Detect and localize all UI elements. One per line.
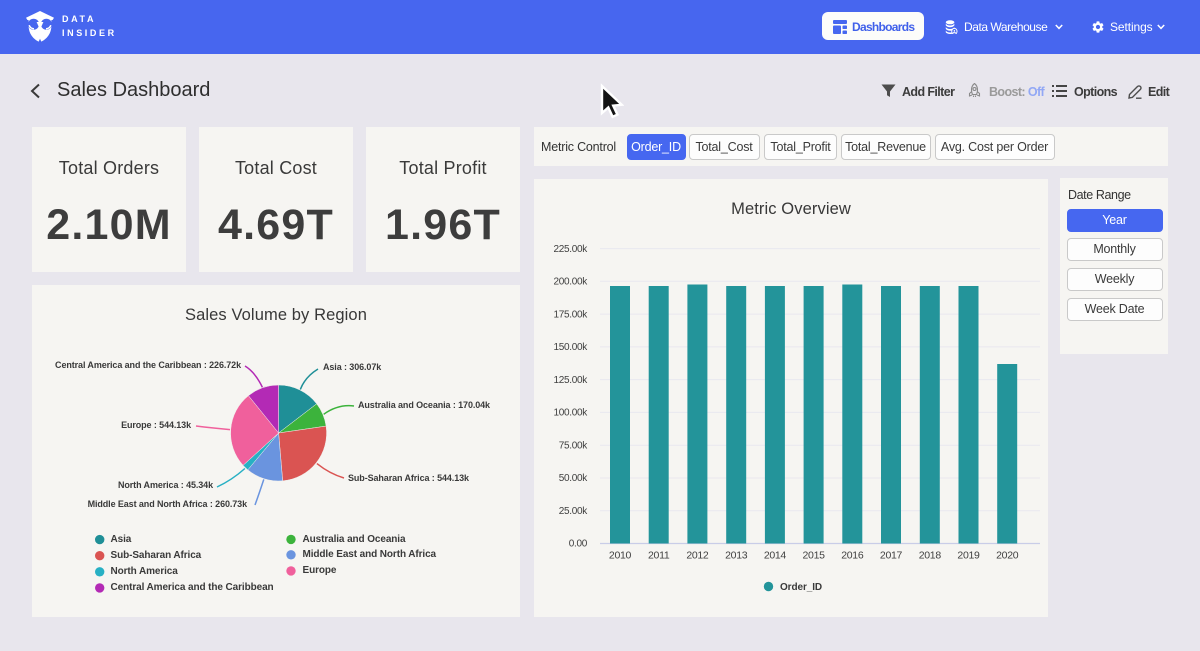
- svg-text:125.00k: 125.00k: [554, 375, 589, 386]
- svg-text:100.00k: 100.00k: [554, 408, 589, 419]
- svg-text:2013: 2013: [725, 550, 748, 562]
- svg-text:150.00k: 150.00k: [554, 342, 589, 353]
- svg-text:2017: 2017: [880, 550, 903, 562]
- svg-text:25.00k: 25.00k: [559, 506, 589, 517]
- svg-text:200.00k: 200.00k: [554, 277, 589, 288]
- svg-text:2011: 2011: [648, 550, 670, 562]
- svg-text:175.00k: 175.00k: [554, 309, 589, 320]
- svg-text:2014: 2014: [764, 550, 787, 562]
- svg-text:2018: 2018: [919, 550, 942, 562]
- svg-text:2016: 2016: [841, 550, 864, 562]
- svg-text:225.00k: 225.00k: [554, 244, 589, 255]
- svg-text:2010: 2010: [609, 550, 632, 562]
- svg-text:2012: 2012: [686, 550, 709, 562]
- svg-text:2019: 2019: [957, 550, 980, 562]
- svg-text:75.00k: 75.00k: [559, 440, 589, 451]
- svg-text:0.00: 0.00: [569, 539, 588, 550]
- svg-text:2020: 2020: [996, 550, 1019, 562]
- svg-text:50.00k: 50.00k: [559, 473, 589, 484]
- svg-text:Order_ID: Order_ID: [780, 582, 822, 593]
- svg-text:2015: 2015: [803, 550, 826, 562]
